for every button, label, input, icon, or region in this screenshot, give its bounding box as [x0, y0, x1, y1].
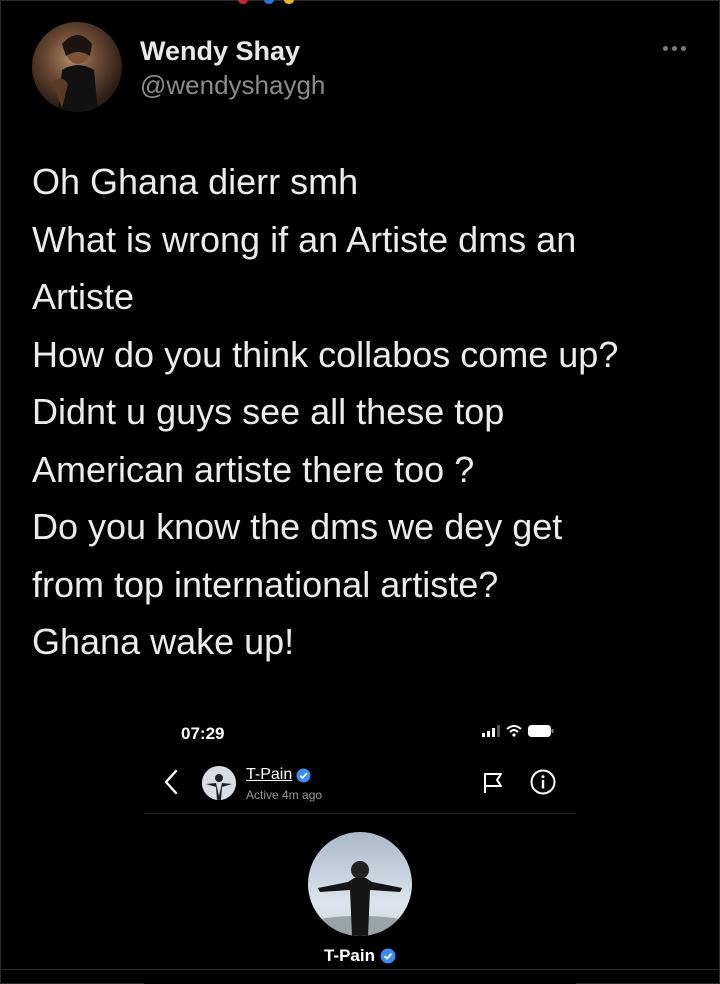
profile-avatar[interactable] — [308, 832, 412, 936]
tweet-line: Oh Ghana dierr smh — [32, 161, 359, 202]
author-avatar[interactable] — [32, 22, 122, 112]
tweet-line: Do you know the dms we dey get — [32, 506, 563, 547]
author-handle[interactable]: @wendyshaygh — [140, 70, 325, 101]
battery-icon — [528, 725, 554, 737]
verified-icon — [296, 767, 311, 783]
tweet-text: Oh Ghana dierr smh What is wrong if an A… — [32, 153, 692, 671]
signal-icon — [482, 725, 500, 737]
wifi-icon — [506, 725, 522, 737]
profile-name: T-Pain — [144, 946, 576, 966]
dm-header: T-Pain Active 4m ago — [144, 757, 576, 814]
contact-name[interactable]: T-Pain — [246, 766, 311, 784]
active-status: Active 4m ago — [246, 788, 323, 802]
status-icons — [482, 725, 554, 737]
author-name[interactable]: Wendy Shay — [140, 36, 300, 67]
profile-name-text: T-Pain — [323, 946, 375, 965]
tweet-line: Artiste — [32, 276, 135, 317]
tweet-line: from top international artiste? — [32, 563, 499, 605]
flag-icon[interactable] — [482, 771, 504, 795]
back-chevron-icon[interactable] — [164, 769, 178, 795]
info-icon[interactable] — [530, 769, 556, 795]
more-dot — [681, 46, 686, 51]
contact-avatar[interactable] — [202, 766, 236, 800]
more-dot — [672, 46, 677, 51]
tweet-line: What is wrong if an Artiste dms an — [32, 218, 577, 260]
status-time: 07:29 — [181, 724, 225, 743]
verified-icon — [380, 948, 396, 964]
tweet-line: Didnt u guys see all these top — [32, 391, 505, 432]
contact-name-text: T-Pain — [246, 766, 293, 783]
attached-dm-screenshot[interactable]: 07:29 T-Pain Active 4m ago T-Pain — [144, 712, 576, 984]
more-options-icon[interactable] — [663, 46, 686, 51]
more-dot — [663, 46, 668, 51]
cropped-emoji-row — [200, 0, 330, 6]
tweet-line: How do you think collabos come up? — [32, 333, 619, 375]
tweet-line: Ghana wake up! — [32, 621, 295, 662]
tweet-line: American artiste there too ? — [32, 448, 475, 490]
divider — [0, 969, 720, 970]
